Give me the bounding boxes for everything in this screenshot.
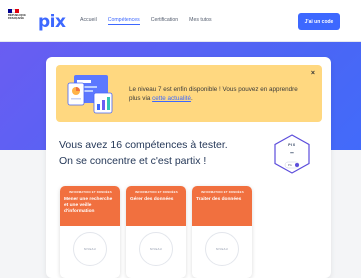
card-domain: INFORMATION ET DONNÉES [69, 190, 112, 194]
card-level-label: NIVEAU [149, 247, 163, 251]
code-button[interactable]: J'ai un code [298, 13, 340, 30]
badge-brand: PIX [288, 143, 296, 147]
top-navigation-bar: RÉPUBLIQUE FRANÇAISE pix Accueil Compéte… [0, 0, 361, 42]
card-header: INFORMATION ET DONNÉES Traiter des donné… [192, 186, 252, 226]
card-title: Mener une recherche et une veille d'info… [64, 197, 113, 214]
card-header: INFORMATION ET DONNÉES Mener une recherc… [60, 186, 120, 226]
nav-item-certification[interactable]: Certification [151, 17, 178, 25]
card-level-label: NIVEAU [215, 247, 229, 251]
badge-value: – [290, 150, 294, 157]
nav-item-accueil[interactable]: Accueil [80, 17, 97, 25]
competence-card[interactable]: INFORMATION ET DONNÉES Gérer des données… [126, 186, 186, 278]
banner-message: Le niveau 7 est enfin disponible ! Vous … [129, 85, 304, 103]
main-panel: Le niveau 7 est enfin disponible ! Vous … [46, 57, 331, 278]
pix-logo[interactable]: pix [38, 12, 66, 32]
badge-unit: Pix [288, 163, 292, 167]
card-domain: INFORMATION ET DONNÉES [135, 190, 178, 194]
competence-card[interactable]: INFORMATION ET DONNÉES Traiter des donné… [192, 186, 252, 278]
news-banner: Le niveau 7 est enfin disponible ! Vous … [56, 65, 322, 122]
banner-link[interactable]: cette actualité [152, 95, 191, 102]
page-headline: Vous avez 16 compétences à tester. On se… [59, 137, 259, 169]
dashboard-illustration-icon [67, 75, 113, 114]
card-level-label: NIVEAU [83, 247, 97, 251]
pix-score-badge[interactable]: PIX – Pix [272, 133, 312, 175]
headline-line-2: On se concentre et c'est partix ! [59, 155, 207, 167]
card-title: Gérer des données [130, 197, 174, 202]
republique-francaise-logo[interactable]: RÉPUBLIQUE FRANÇAISE [8, 9, 27, 33]
nav-item-mes-tutos[interactable]: Mes tutos [189, 17, 212, 25]
banner-suffix: . [190, 95, 193, 102]
card-domain: INFORMATION ET DONNÉES [201, 190, 244, 194]
republique-francaise-text: RÉPUBLIQUE FRANÇAISE [8, 14, 27, 21]
card-title: Traiter des données [196, 197, 242, 202]
competence-card[interactable]: INFORMATION ET DONNÉES Mener une recherc… [60, 186, 120, 278]
card-header: INFORMATION ET DONNÉES Gérer des données [126, 186, 186, 226]
headline-line-1: Vous avez 16 compétences à tester. [59, 139, 228, 151]
main-nav: Accueil Compétences Certification Mes tu… [80, 17, 212, 25]
close-icon[interactable]: × [311, 70, 315, 77]
nav-item-competences[interactable]: Compétences [107, 17, 140, 25]
french-flag-icon [8, 9, 20, 13]
